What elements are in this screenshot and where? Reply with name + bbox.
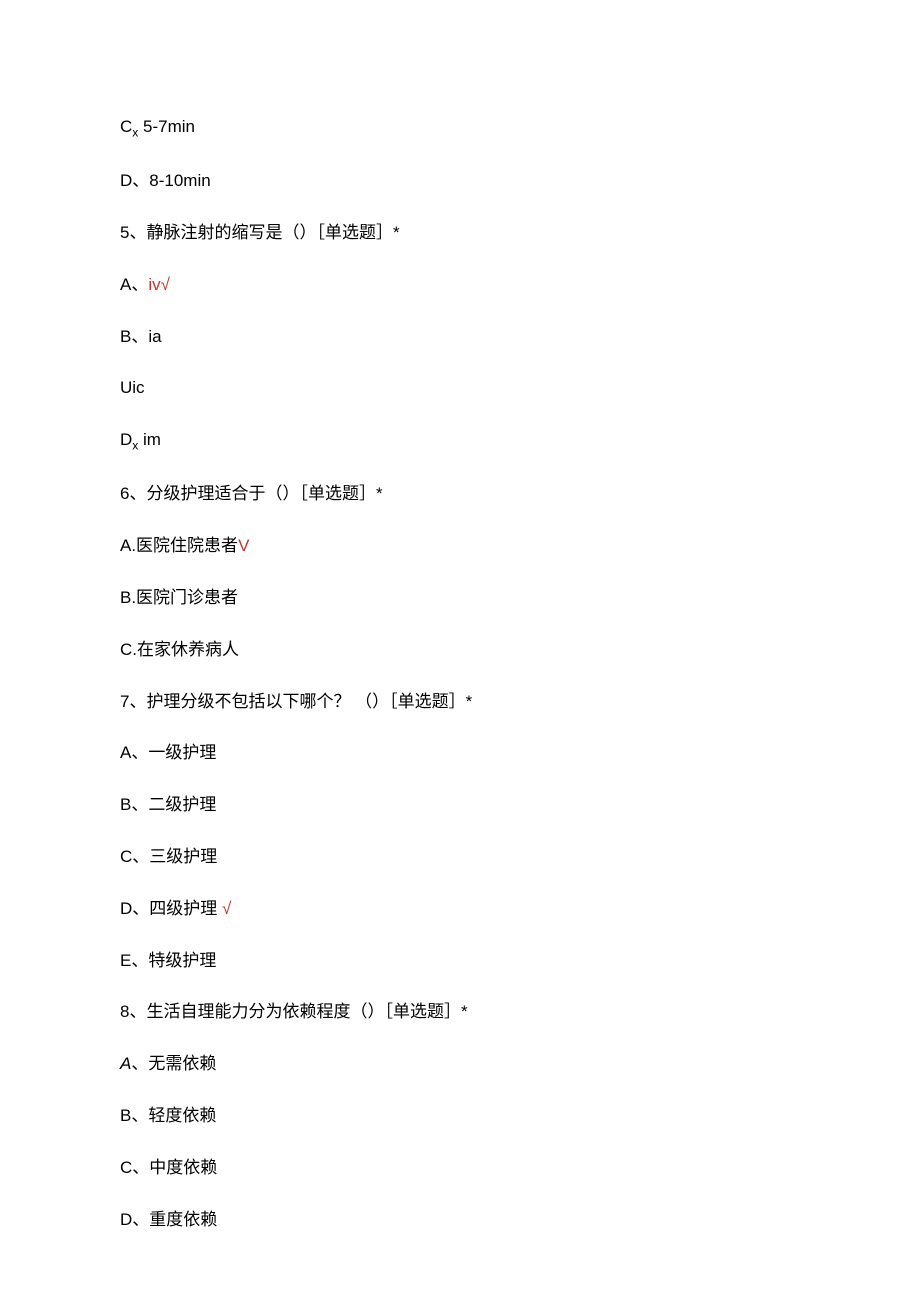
text: C xyxy=(120,117,132,136)
option-line: B、二级护理 xyxy=(120,793,800,817)
option-line: D、重度依赖 xyxy=(120,1208,800,1232)
text: A.医院住院患者 xyxy=(120,536,238,555)
option-line: A、iv√ xyxy=(120,273,800,297)
text: B、二级护理 xyxy=(120,795,216,814)
text: 5-7min xyxy=(138,117,195,136)
text: E、特级护理 xyxy=(120,951,216,970)
text: B、ia xyxy=(120,327,162,346)
text: D xyxy=(120,430,132,449)
correct-mark: iv√ xyxy=(148,275,170,294)
text: D、四级护理 xyxy=(120,899,222,918)
text: B、轻度依赖 xyxy=(120,1106,216,1125)
question-line: 7、护理分级不包括以下哪个？ （）［单选题］* xyxy=(120,690,800,714)
text: 8、生活自理能力分为依赖程度（）［单选题］* xyxy=(120,1002,468,1021)
question-line: 5、静脉注射的缩写是（）［单选题］* xyxy=(120,221,800,245)
option-line: Cx 5-7min xyxy=(120,115,800,141)
text: im xyxy=(138,430,161,449)
question-line: 8、生活自理能力分为依赖程度（）［单选题］* xyxy=(120,1000,800,1024)
text: A xyxy=(120,1054,131,1073)
option-line: A.医院住院患者V xyxy=(120,534,800,558)
option-line: Uic xyxy=(120,376,800,400)
text: C、三级护理 xyxy=(120,847,217,866)
text: 7、护理分级不包括以下哪个？ （）［单选题］* xyxy=(120,692,472,711)
option-line: A、一级护理 xyxy=(120,741,800,765)
option-line: B.医院门诊患者 xyxy=(120,586,800,610)
option-line: D、8-10min xyxy=(120,169,800,193)
text: 、无需依赖 xyxy=(131,1054,216,1073)
text: Uic xyxy=(120,378,145,397)
text: C.在家休养病人 xyxy=(120,640,239,659)
option-line: E、特级护理 xyxy=(120,949,800,973)
question-line: 6、分级护理适合于（）［单选题］* xyxy=(120,482,800,506)
text: 5、静脉注射的缩写是（）［单选题］* xyxy=(120,223,400,242)
text: C、中度依赖 xyxy=(120,1158,217,1177)
text: 6、分级护理适合于（）［单选题］* xyxy=(120,484,383,503)
option-line: Dx im xyxy=(120,428,800,454)
option-line: A、无需依赖 xyxy=(120,1052,800,1076)
text: A、一级护理 xyxy=(120,743,216,762)
option-line: C.在家休养病人 xyxy=(120,638,800,662)
option-line: D、四级护理 √ xyxy=(120,897,800,921)
text: A、 xyxy=(120,275,148,294)
text: B.医院门诊患者 xyxy=(120,588,238,607)
option-line: C、三级护理 xyxy=(120,845,800,869)
correct-mark: V xyxy=(238,536,249,555)
text: D、重度依赖 xyxy=(120,1210,217,1229)
correct-mark: √ xyxy=(222,899,231,918)
text: D、8-10min xyxy=(120,171,211,190)
option-line: B、ia xyxy=(120,325,800,349)
option-line: B、轻度依赖 xyxy=(120,1104,800,1128)
option-line: C、中度依赖 xyxy=(120,1156,800,1180)
